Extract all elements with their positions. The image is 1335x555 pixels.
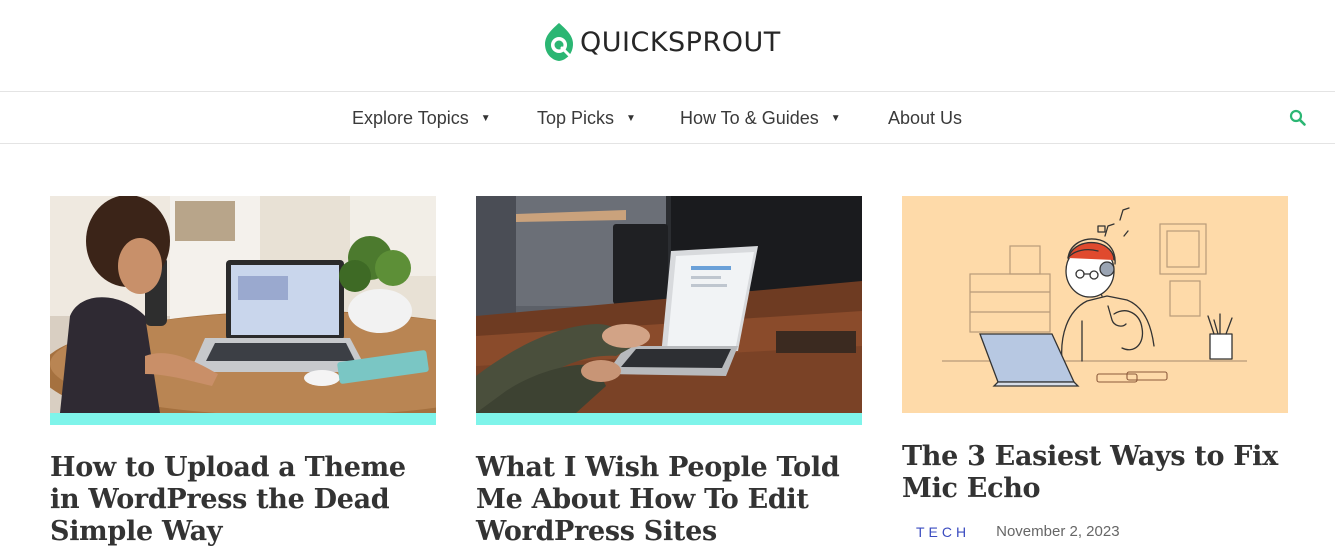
logo-text: QUICKSPROUT	[580, 26, 781, 58]
caret-down-icon: ▼	[626, 113, 636, 124]
thumbnail-accent-bar	[50, 413, 436, 425]
article-thumbnail[interactable]	[50, 196, 436, 413]
article-title[interactable]: The 3 Easiest Ways to Fix Mic Echo	[902, 441, 1288, 505]
nav-item-how-to-guides[interactable]: How To & Guides ▼	[680, 93, 841, 144]
article-title[interactable]: What I Wish People Told Me About How To …	[476, 452, 862, 548]
nav-item-label: About Us	[888, 108, 963, 128]
thumbnail-accent-bar	[476, 413, 862, 425]
article-meta: TECH November 2, 2023	[902, 523, 1288, 540]
nav-item-label: Explore Topics	[352, 108, 469, 128]
caret-down-icon: ▼	[480, 113, 491, 124]
nav-item-label: How To & Guides	[680, 108, 819, 128]
nav-item-about-us[interactable]: About Us	[888, 93, 962, 144]
hands-typing-on-laptop-photo	[476, 196, 862, 413]
article-thumbnail[interactable]	[476, 196, 862, 413]
category-tag[interactable]: TECH	[916, 524, 970, 540]
article-title[interactable]: How to Upload a Theme in WordPress the D…	[50, 452, 436, 548]
site-logo[interactable]: QUICKSPROUT	[543, 22, 781, 62]
search-icon	[1289, 109, 1306, 126]
quicksprout-logo-icon	[545, 23, 573, 61]
article-card[interactable]: What I Wish People Told Me About How To …	[476, 196, 862, 548]
man-with-headphones-illustration	[902, 196, 1288, 413]
nav-item-top-picks[interactable]: Top Picks ▼	[537, 93, 636, 144]
nav-item-explore-topics[interactable]: Explore Topics ▼	[352, 93, 491, 144]
site-header: QUICKSPROUT	[0, 0, 1335, 92]
publish-date: November 2, 2023	[996, 523, 1120, 540]
nav-item-label: Top Picks	[537, 108, 615, 128]
article-thumbnail[interactable]	[902, 196, 1288, 413]
main-nav: Explore Topics ▼ Top Picks ▼ How To & Gu…	[0, 93, 1335, 144]
article-card[interactable]: The 3 Easiest Ways to Fix Mic Echo TECH …	[902, 196, 1288, 540]
caret-down-icon: ▼	[830, 113, 841, 124]
search-button[interactable]	[1288, 108, 1308, 128]
woman-working-on-laptop-photo	[50, 196, 436, 413]
article-card[interactable]: How to Upload a Theme in WordPress the D…	[50, 196, 436, 548]
